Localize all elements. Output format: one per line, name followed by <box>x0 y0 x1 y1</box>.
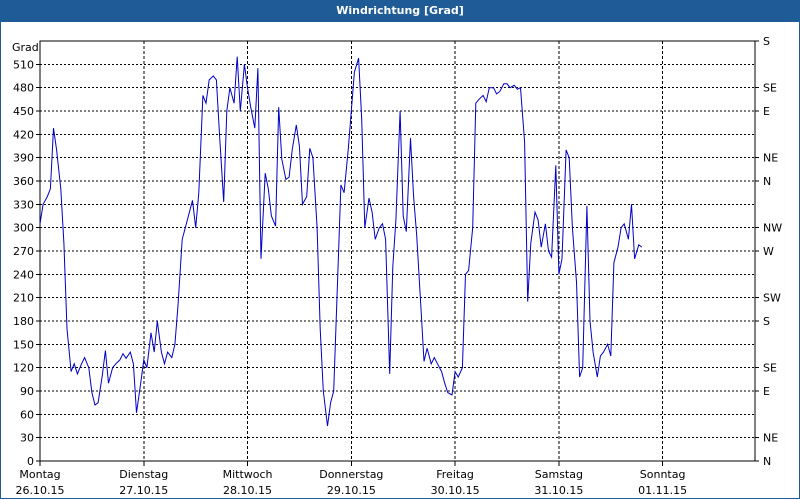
y-tick-label: 420 <box>13 128 34 141</box>
x-tick-day: Samstag <box>535 468 583 481</box>
y-tick-label: 240 <box>13 268 34 281</box>
y-tick-label: 360 <box>13 175 34 188</box>
x-tick-date: 28.10.15 <box>223 484 272 497</box>
y-tick-label: 60 <box>20 408 34 421</box>
y-tick-label: 210 <box>13 292 34 305</box>
y-tick-label: 120 <box>13 362 34 375</box>
x-tick-day: Mittwoch <box>223 468 273 481</box>
y-tick-label: 150 <box>13 338 34 351</box>
y-tick-label: 390 <box>13 152 34 165</box>
y-tick-label: 300 <box>13 222 34 235</box>
y-tick-label: 180 <box>13 315 34 328</box>
right-tick-label: E <box>763 385 770 398</box>
x-tick-date: 30.10.15 <box>431 484 480 497</box>
wind-direction-chart: 0 30 60 90 120 150 180 210 240 270 300 330 360 390 420… <box>12 35 782 497</box>
right-tick-label: S <box>763 35 770 48</box>
x-tick-day: Dienstag <box>119 468 168 481</box>
x-tick-day: Donnerstag <box>319 468 383 481</box>
right-tick-label: NE <box>763 432 778 445</box>
y-tick-label: 480 <box>13 82 34 95</box>
y-axis-label: Grad <box>12 41 39 54</box>
right-tick-label: W <box>763 245 774 258</box>
y-tick-label: 270 <box>13 245 34 258</box>
y-tick-label: 510 <box>13 58 34 71</box>
y-tick-label: 30 <box>20 432 34 445</box>
right-tick-label: SE <box>763 82 777 95</box>
wind-direction-series-line <box>39 56 643 427</box>
right-tick-label: NW <box>763 222 782 235</box>
right-tick-label: S <box>763 315 770 328</box>
x-tick-date: 27.10.15 <box>119 484 168 497</box>
y-tick-label: 330 <box>13 198 34 211</box>
right-tick-label: NE <box>763 152 778 165</box>
right-tick-label: SE <box>763 362 777 375</box>
x-tick-date: 26.10.15 <box>16 484 65 497</box>
y-tick-label: 0 <box>27 455 34 468</box>
x-tick-day: Sonntag <box>640 468 686 481</box>
x-tick-day: Montag <box>19 468 60 481</box>
y-tick-label: 90 <box>20 385 34 398</box>
x-tick-date: 01.11.15 <box>638 484 687 497</box>
x-tick-date: 29.10.15 <box>327 484 376 497</box>
right-tick-label: N <box>763 455 771 468</box>
right-tick-label: N <box>763 175 771 188</box>
y-tick-label: 450 <box>13 105 34 118</box>
x-tick-date: 31.10.15 <box>534 484 583 497</box>
right-tick-label: SW <box>763 292 781 305</box>
x-tick-day: Freitag <box>436 468 474 481</box>
right-tick-label: E <box>763 105 770 118</box>
